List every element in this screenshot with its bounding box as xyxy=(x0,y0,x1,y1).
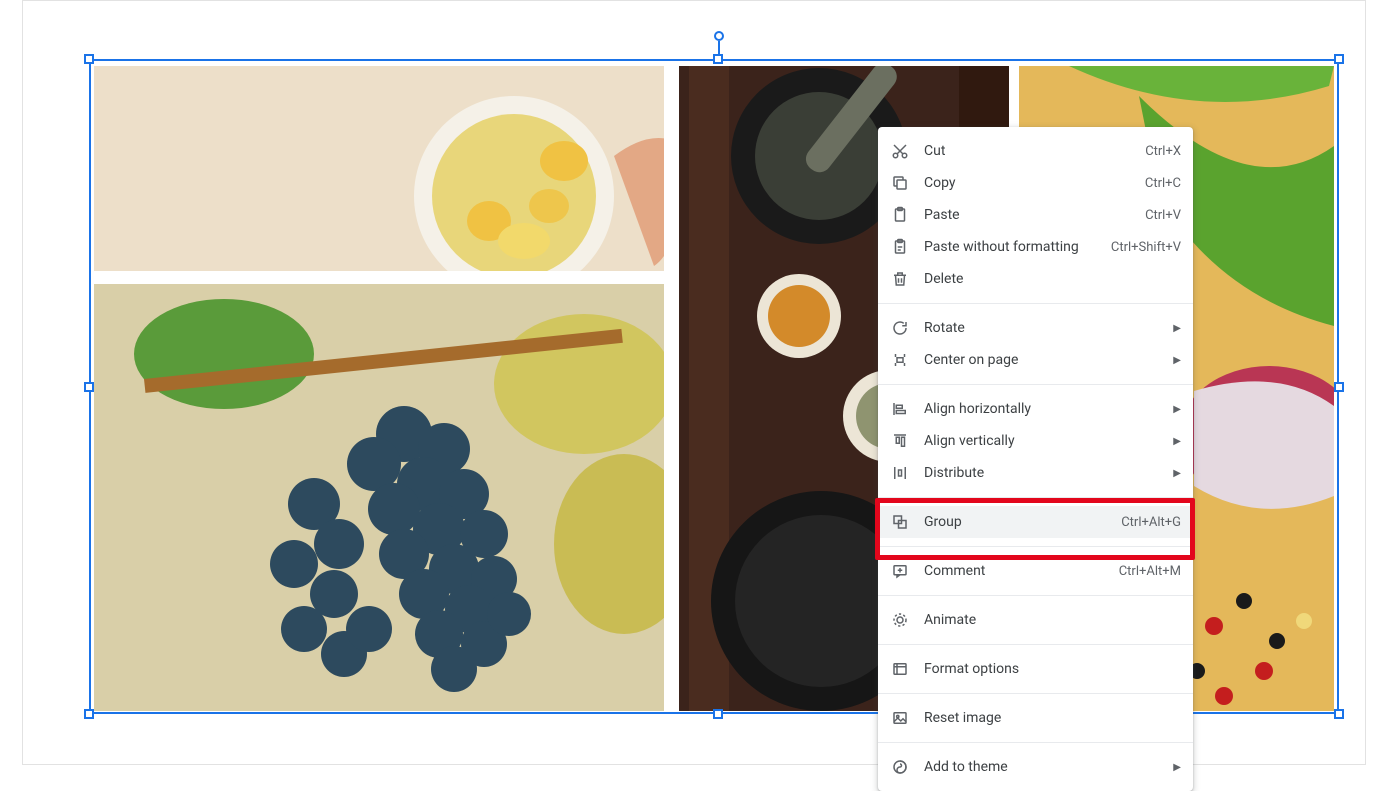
menu-distribute[interactable]: Distribute ▶ xyxy=(878,457,1193,489)
menu-separator xyxy=(878,497,1193,498)
menu-delete-label: Delete xyxy=(924,271,1181,287)
menu-rotate[interactable]: Rotate ▶ xyxy=(878,312,1193,344)
menu-add-to-theme[interactable]: Add to theme ▶ xyxy=(878,751,1193,783)
menu-reset-label: Reset image xyxy=(924,710,1181,726)
menu-comment[interactable]: Comment Ctrl+Alt+M xyxy=(878,555,1193,587)
menu-paste-without-formatting[interactable]: Paste without formatting Ctrl+Shift+V xyxy=(878,231,1193,263)
group-icon xyxy=(890,512,910,532)
menu-separator xyxy=(878,693,1193,694)
submenu-arrow-icon: ▶ xyxy=(1173,436,1181,447)
menu-format-label: Format options xyxy=(924,661,1181,677)
selection-handle-tl[interactable] xyxy=(84,54,94,64)
align-vertical-icon xyxy=(890,431,910,451)
menu-rotate-label: Rotate xyxy=(924,320,1165,336)
menu-cut-shortcut: Ctrl+X xyxy=(1145,144,1181,159)
menu-center-label: Center on page xyxy=(924,352,1165,368)
menu-copy[interactable]: Copy Ctrl+C xyxy=(878,167,1193,199)
menu-separator xyxy=(878,595,1193,596)
selection-handle-bc[interactable] xyxy=(713,709,723,719)
menu-separator xyxy=(878,742,1193,743)
menu-paste[interactable]: Paste Ctrl+V xyxy=(878,199,1193,231)
menu-center-on-page[interactable]: Center on page ▶ xyxy=(878,344,1193,376)
selection-handle-br[interactable] xyxy=(1334,709,1344,719)
menu-align-horizontally[interactable]: Align horizontally ▶ xyxy=(878,393,1193,425)
menu-animate[interactable]: Animate xyxy=(878,604,1193,636)
menu-distribute-label: Distribute xyxy=(924,465,1165,481)
distribute-icon xyxy=(890,463,910,483)
submenu-arrow-icon: ▶ xyxy=(1173,468,1181,479)
menu-comment-shortcut: Ctrl+Alt+M xyxy=(1119,564,1181,579)
submenu-arrow-icon: ▶ xyxy=(1173,323,1181,334)
submenu-arrow-icon: ▶ xyxy=(1173,762,1181,773)
selection-handle-mr[interactable] xyxy=(1334,382,1344,392)
copy-icon xyxy=(890,173,910,193)
menu-paste-wf-label: Paste without formatting xyxy=(924,239,1111,255)
rotate-handle[interactable] xyxy=(714,31,724,41)
menu-paste-label: Paste xyxy=(924,207,1145,223)
menu-delete[interactable]: Delete xyxy=(878,263,1193,295)
menu-copy-label: Copy xyxy=(924,175,1145,191)
format-options-icon xyxy=(890,659,910,679)
align-horizontal-icon xyxy=(890,399,910,419)
slide-canvas[interactable]: Cut Ctrl+X Copy Ctrl+C Paste Ctrl+V Past… xyxy=(22,0,1366,765)
menu-separator xyxy=(878,644,1193,645)
menu-theme-label: Add to theme xyxy=(924,759,1165,775)
reset-image-icon xyxy=(890,708,910,728)
menu-comment-label: Comment xyxy=(924,563,1119,579)
menu-copy-shortcut: Ctrl+C xyxy=(1145,176,1181,191)
center-icon xyxy=(890,350,910,370)
selection-handle-tc[interactable] xyxy=(713,54,723,64)
cut-icon xyxy=(890,141,910,161)
menu-paste-shortcut: Ctrl+V xyxy=(1145,208,1181,223)
menu-reset-image[interactable]: Reset image xyxy=(878,702,1193,734)
submenu-arrow-icon: ▶ xyxy=(1173,355,1181,366)
menu-animate-label: Animate xyxy=(924,612,1181,628)
menu-group-label: Group xyxy=(924,514,1121,530)
paste-icon xyxy=(890,205,910,225)
theme-icon xyxy=(890,757,910,777)
menu-cut[interactable]: Cut Ctrl+X xyxy=(878,135,1193,167)
menu-paste-wf-shortcut: Ctrl+Shift+V xyxy=(1111,240,1181,255)
menu-group[interactable]: Group Ctrl+Alt+G xyxy=(878,506,1193,538)
menu-separator xyxy=(878,546,1193,547)
delete-icon xyxy=(890,269,910,289)
comment-icon xyxy=(890,561,910,581)
menu-separator xyxy=(878,303,1193,304)
menu-align-h-label: Align horizontally xyxy=(924,401,1165,417)
menu-group-shortcut: Ctrl+Alt+G xyxy=(1121,515,1181,530)
menu-separator xyxy=(878,384,1193,385)
menu-align-vertically[interactable]: Align vertically ▶ xyxy=(878,425,1193,457)
context-menu: Cut Ctrl+X Copy Ctrl+C Paste Ctrl+V Past… xyxy=(878,127,1193,791)
selection-handle-tr[interactable] xyxy=(1334,54,1344,64)
submenu-arrow-icon: ▶ xyxy=(1173,404,1181,415)
menu-cut-label: Cut xyxy=(924,143,1145,159)
paste-plain-icon xyxy=(890,237,910,257)
selection-handle-ml[interactable] xyxy=(84,382,94,392)
rotate-icon xyxy=(890,318,910,338)
menu-align-v-label: Align vertically xyxy=(924,433,1165,449)
selection-handle-bl[interactable] xyxy=(84,709,94,719)
animate-icon xyxy=(890,610,910,630)
menu-format-options[interactable]: Format options xyxy=(878,653,1193,685)
